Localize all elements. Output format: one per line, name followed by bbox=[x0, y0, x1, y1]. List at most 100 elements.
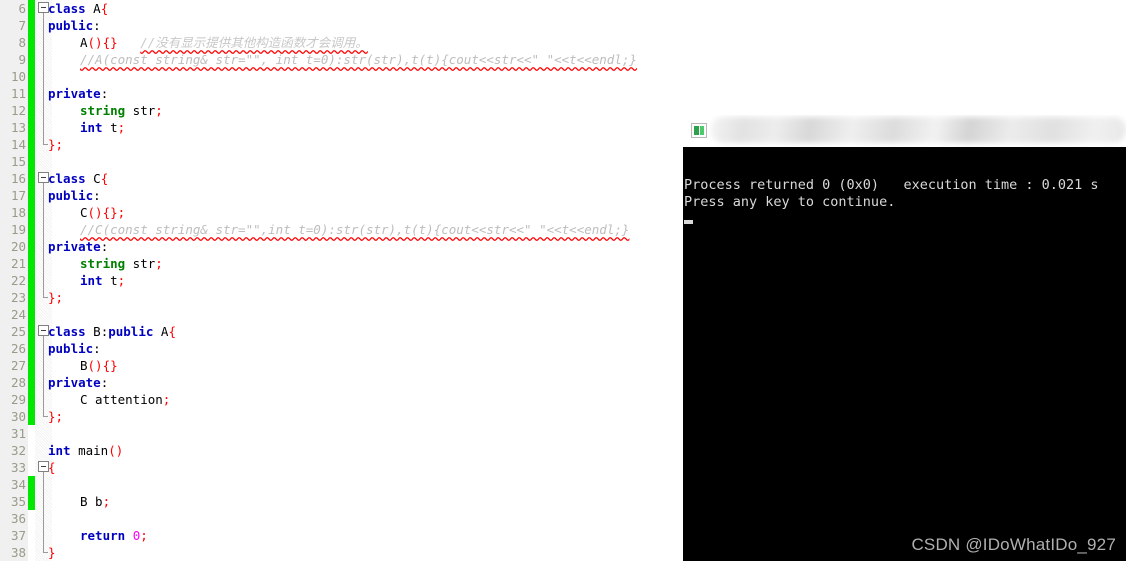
console-window[interactable]: Process returned 0 (0x0) execution time … bbox=[683, 115, 1126, 561]
code-token: A bbox=[93, 1, 101, 16]
code-text[interactable]: B b; bbox=[80, 493, 110, 510]
change-marker bbox=[28, 85, 35, 102]
code-line[interactable]: 7 public: bbox=[0, 17, 1126, 34]
line-number: 31 bbox=[0, 425, 28, 442]
code-token: C bbox=[80, 205, 88, 220]
code-token: { bbox=[168, 324, 176, 339]
code-token: int bbox=[80, 273, 103, 288]
code-line[interactable]: 11 private: bbox=[0, 85, 1126, 102]
fold-column[interactable] bbox=[35, 119, 52, 136]
code-text[interactable]: C attention; bbox=[80, 391, 170, 408]
change-marker bbox=[28, 255, 35, 272]
change-marker bbox=[28, 425, 35, 442]
code-text[interactable]: A(){} //没有显示提供其他构造函数才会调用。 bbox=[80, 34, 368, 51]
change-marker bbox=[28, 68, 35, 85]
line-number: 22 bbox=[0, 272, 28, 289]
code-token: private bbox=[48, 375, 101, 390]
code-token: : bbox=[93, 188, 101, 203]
fold-line bbox=[43, 34, 44, 51]
code-token: ; bbox=[140, 528, 148, 543]
code-line[interactable]: 6 class A{ bbox=[0, 0, 1126, 17]
code-token: {} bbox=[102, 205, 118, 220]
fold-line bbox=[43, 493, 44, 510]
fold-line bbox=[43, 17, 44, 34]
code-line[interactable]: 10 bbox=[0, 68, 1126, 85]
fold-column[interactable] bbox=[35, 476, 52, 493]
code-text[interactable]: int t; bbox=[80, 119, 125, 136]
fold-column[interactable] bbox=[35, 153, 52, 170]
fold-line bbox=[43, 119, 44, 136]
code-token: { bbox=[100, 1, 109, 16]
code-token: ; bbox=[155, 103, 163, 118]
code-token: class bbox=[48, 1, 94, 16]
code-text[interactable]: int main() bbox=[48, 442, 123, 459]
fold-column[interactable] bbox=[35, 221, 52, 238]
fold-column[interactable] bbox=[35, 391, 52, 408]
code-text[interactable]: public: bbox=[48, 17, 101, 34]
code-text[interactable]: //A(const string& str="", int t=0):str(s… bbox=[80, 51, 637, 68]
fold-column[interactable] bbox=[35, 357, 52, 374]
console-cursor bbox=[684, 220, 693, 224]
fold-column[interactable] bbox=[35, 102, 52, 119]
change-marker bbox=[28, 459, 35, 476]
code-text[interactable]: C(){}; bbox=[80, 204, 125, 221]
fold-line bbox=[43, 187, 44, 204]
code-text[interactable]: int t; bbox=[80, 272, 125, 289]
code-text[interactable]: private: bbox=[48, 374, 108, 391]
code-text[interactable]: class C{ bbox=[48, 170, 108, 187]
code-text[interactable]: return 0; bbox=[80, 527, 148, 544]
code-text[interactable]: class A{ bbox=[48, 0, 108, 17]
change-marker bbox=[28, 272, 35, 289]
fold-column[interactable] bbox=[35, 493, 52, 510]
code-text[interactable]: string str; bbox=[80, 102, 163, 119]
fold-column[interactable] bbox=[35, 527, 52, 544]
code-token: () bbox=[108, 443, 124, 458]
code-text[interactable]: private: bbox=[48, 238, 108, 255]
change-marker bbox=[28, 442, 35, 459]
fold-line bbox=[43, 510, 44, 527]
line-number: 36 bbox=[0, 510, 28, 527]
code-token: }; bbox=[48, 137, 64, 152]
code-text[interactable]: { bbox=[48, 459, 56, 476]
code-text[interactable]: public: bbox=[48, 187, 101, 204]
code-text[interactable]: class B:public A{ bbox=[48, 323, 176, 340]
code-text[interactable]: } bbox=[48, 544, 56, 561]
code-text[interactable]: //C(const string& str="",int t=0):str(st… bbox=[80, 221, 629, 238]
code-text[interactable]: }; bbox=[48, 408, 63, 425]
code-text[interactable]: string str; bbox=[80, 255, 163, 272]
fold-end-marker bbox=[43, 136, 48, 145]
change-marker bbox=[28, 17, 35, 34]
code-token: private bbox=[48, 86, 101, 101]
code-token: {} bbox=[102, 35, 118, 50]
code-line[interactable]: 8 A(){} //没有显示提供其他构造函数才会调用。 bbox=[0, 34, 1126, 51]
console-title-bar[interactable] bbox=[683, 115, 1126, 147]
code-token: B bbox=[93, 324, 101, 339]
fold-column[interactable] bbox=[35, 272, 52, 289]
fold-column[interactable] bbox=[35, 34, 52, 51]
fold-column[interactable] bbox=[35, 425, 52, 442]
change-marker bbox=[28, 102, 35, 119]
code-text[interactable]: }; bbox=[48, 136, 63, 153]
fold-column[interactable] bbox=[35, 204, 52, 221]
fold-end-marker bbox=[43, 544, 48, 553]
code-token: int bbox=[80, 120, 103, 135]
code-text[interactable]: private: bbox=[48, 85, 108, 102]
code-token: str bbox=[125, 103, 156, 118]
code-token: {} bbox=[102, 358, 118, 373]
fold-column[interactable] bbox=[35, 510, 52, 527]
code-token: int bbox=[48, 443, 79, 458]
fold-column[interactable] bbox=[35, 51, 52, 68]
console-line: Process returned 0 (0x0) execution time … bbox=[684, 177, 1099, 193]
code-line[interactable]: 9 //A(const string& str="", int t=0):str(… bbox=[0, 51, 1126, 68]
code-text[interactable]: public: bbox=[48, 340, 101, 357]
code-text[interactable]: B(){} bbox=[80, 357, 118, 374]
code-token: class bbox=[48, 324, 94, 339]
fold-column[interactable] bbox=[35, 306, 52, 323]
fold-column[interactable] bbox=[35, 255, 52, 272]
fold-column[interactable] bbox=[35, 68, 52, 85]
code-token: string bbox=[80, 256, 126, 271]
code-token: ; bbox=[117, 205, 126, 220]
code-text[interactable]: }; bbox=[48, 289, 63, 306]
screenshot-root: 6 class A{7 public: 8 A(){} //没有显示提供其他构造函数才会… bbox=[0, 0, 1126, 561]
